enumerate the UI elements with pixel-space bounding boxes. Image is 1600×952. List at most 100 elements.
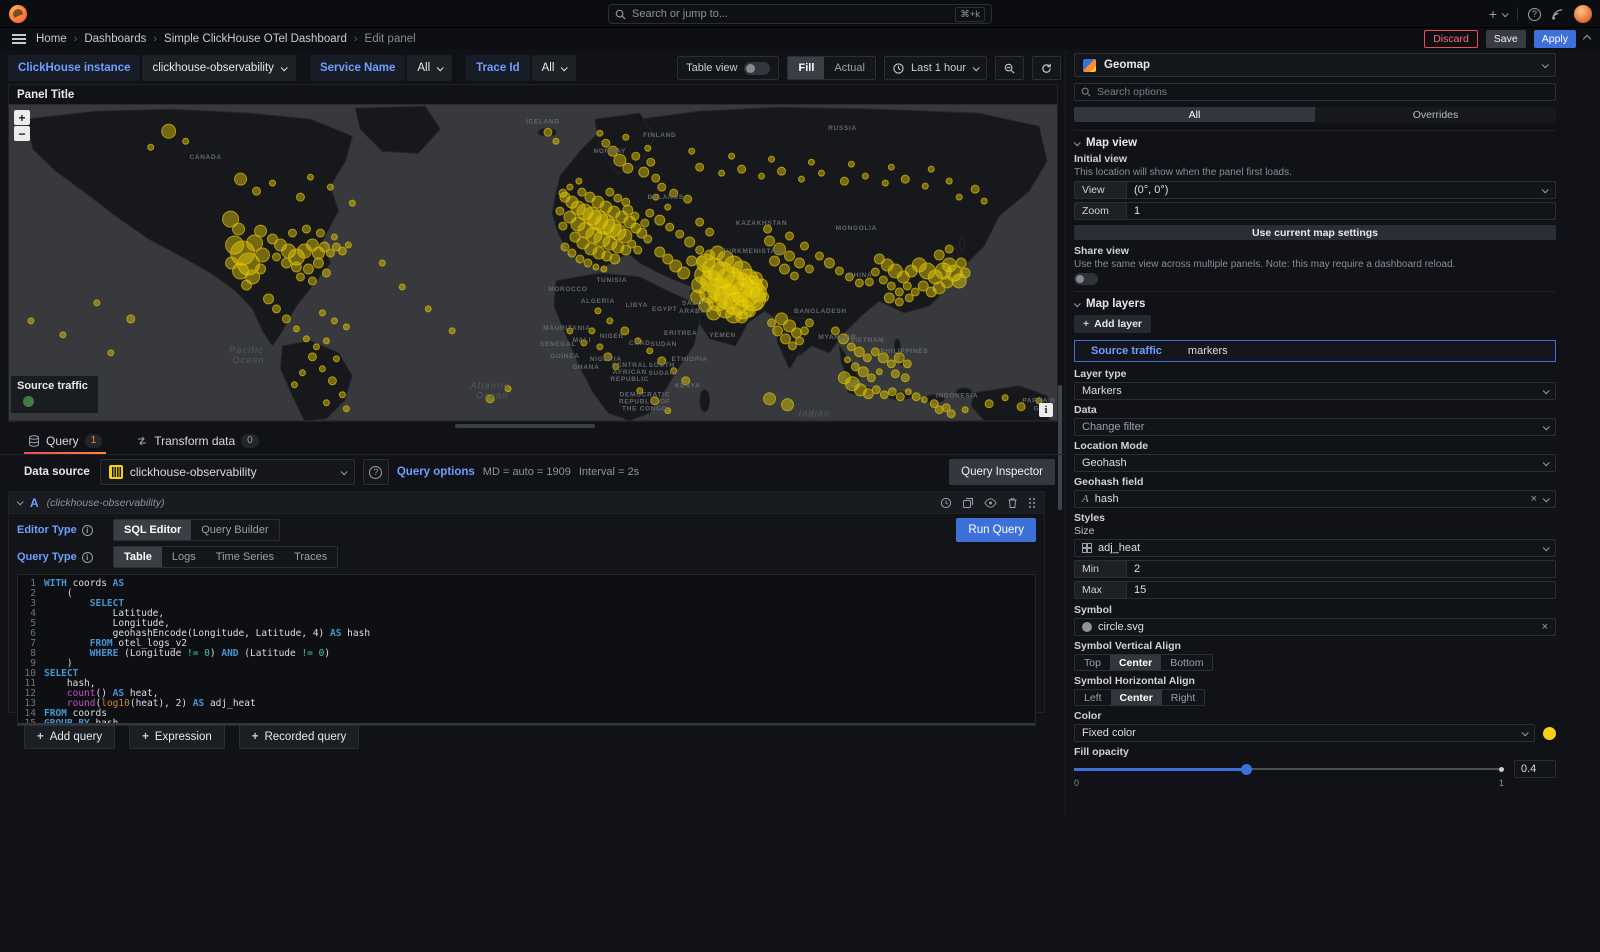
search-input[interactable] bbox=[632, 8, 949, 20]
run-query-button[interactable]: Run Query bbox=[956, 518, 1036, 542]
user-avatar[interactable] bbox=[1574, 5, 1592, 23]
clear-icon[interactable]: × bbox=[1531, 493, 1537, 505]
options-search[interactable] bbox=[1074, 83, 1556, 101]
traffic-marker bbox=[556, 207, 564, 215]
world-map[interactable]: RUSSIACANADAKAZAKHSTANMONGOLIACHINAICELA… bbox=[9, 104, 1057, 421]
sql-code[interactable]: 1WITH coords AS2 (3 SELECT4 Latitude,5 L… bbox=[17, 574, 1036, 726]
map-layers-header[interactable]: Map layers bbox=[1074, 298, 1556, 310]
slider-knob[interactable] bbox=[1241, 764, 1252, 775]
query-type-table[interactable]: Table bbox=[114, 547, 162, 567]
panel-resize-handle[interactable] bbox=[455, 424, 595, 428]
map-attribution-button[interactable]: i bbox=[1039, 403, 1053, 417]
size-select[interactable]: adj_heat bbox=[1074, 539, 1556, 557]
symbol-halign-label: Symbol Horizontal Align bbox=[1074, 676, 1556, 687]
halign-left[interactable]: Left bbox=[1075, 690, 1111, 705]
collapse-icon[interactable] bbox=[1583, 35, 1591, 43]
valign-top[interactable]: Top bbox=[1075, 655, 1110, 670]
query-builder-button[interactable]: Query Builder bbox=[191, 520, 278, 540]
location-mode-select[interactable]: Geohash bbox=[1074, 454, 1556, 472]
valign-center[interactable]: Center bbox=[1110, 655, 1161, 670]
trash-icon[interactable] bbox=[1007, 497, 1018, 509]
datasource-picker[interactable]: clickhouse-observability bbox=[100, 459, 355, 485]
grafana-logo-icon[interactable] bbox=[9, 5, 27, 23]
time-range-picker[interactable]: Last 1 hour bbox=[884, 56, 987, 80]
breadcrumb-dashboard-name[interactable]: Simple ClickHouse OTel Dashboard bbox=[164, 33, 347, 45]
traffic-marker bbox=[867, 374, 875, 382]
color-swatch[interactable] bbox=[1543, 727, 1556, 740]
fill-opacity-slider[interactable] bbox=[1074, 763, 1504, 775]
actual-button[interactable]: Actual bbox=[824, 57, 875, 79]
geohash-field-select[interactable]: Ahash× bbox=[1074, 490, 1556, 508]
svg-text:Atlantic: Atlantic bbox=[470, 381, 510, 391]
clear-icon[interactable]: × bbox=[1542, 621, 1548, 633]
halign-center[interactable]: Center bbox=[1111, 690, 1162, 705]
global-search[interactable]: ⌘+k bbox=[608, 4, 992, 24]
table-view-toggle[interactable]: Table view bbox=[677, 56, 779, 80]
instance-var-select[interactable]: clickhouse-observability bbox=[142, 55, 295, 81]
expression-button[interactable]: +Expression bbox=[129, 725, 225, 749]
traffic-marker bbox=[805, 319, 813, 327]
history-icon[interactable] bbox=[940, 497, 952, 509]
trace-var-select[interactable]: All bbox=[532, 55, 577, 81]
use-current-map-settings-button[interactable]: Use current map settings bbox=[1074, 225, 1556, 240]
query-type-logs[interactable]: Logs bbox=[162, 547, 206, 567]
map-view-header[interactable]: Map view bbox=[1074, 137, 1556, 149]
eye-icon[interactable] bbox=[984, 497, 997, 509]
tab-all[interactable]: All bbox=[1074, 107, 1315, 122]
refresh-button[interactable] bbox=[1032, 56, 1061, 80]
traffic-marker bbox=[256, 248, 270, 262]
panel-title[interactable]: Panel Title bbox=[9, 85, 1057, 104]
traffic-marker bbox=[840, 177, 848, 185]
zoom-input[interactable] bbox=[1134, 205, 1555, 217]
datasource-help-button[interactable]: ? bbox=[363, 459, 389, 485]
query-options-link[interactable]: Query options bbox=[397, 466, 475, 478]
collapse-query-icon[interactable] bbox=[17, 498, 24, 505]
halign-right[interactable]: Right bbox=[1162, 690, 1205, 705]
save-button[interactable]: Save bbox=[1486, 30, 1526, 48]
add-menu-button[interactable]: + bbox=[1489, 6, 1507, 22]
query-type-traces[interactable]: Traces bbox=[284, 547, 337, 567]
breadcrumb-dashboards[interactable]: Dashboards bbox=[84, 33, 146, 45]
svg-text:ICELAND: ICELAND bbox=[526, 118, 560, 125]
tab-transform-data[interactable]: Transform data 0 bbox=[132, 434, 262, 454]
sql-editor-button[interactable]: SQL Editor bbox=[114, 520, 191, 540]
layer-type-select[interactable]: Markers bbox=[1074, 382, 1556, 400]
table-view-switch[interactable] bbox=[744, 62, 770, 75]
map-zoom-in-button[interactable]: + bbox=[14, 110, 30, 125]
tab-overrides[interactable]: Overrides bbox=[1315, 107, 1556, 122]
apply-button[interactable]: Apply bbox=[1534, 30, 1576, 48]
data-select[interactable]: Change filter bbox=[1074, 418, 1556, 436]
tab-query[interactable]: Query 1 bbox=[24, 434, 106, 454]
add-query-button[interactable]: +Add query bbox=[24, 725, 115, 749]
min-input[interactable] bbox=[1134, 563, 1555, 575]
query-type-timeseries[interactable]: Time Series bbox=[206, 547, 284, 567]
editor-type-group: SQL Editor Query Builder bbox=[113, 519, 280, 541]
query-inspector-button[interactable]: Query Inspector bbox=[949, 459, 1055, 485]
visualization-picker[interactable]: Geomap bbox=[1074, 53, 1556, 77]
layer-item-source-traffic[interactable]: Source traffic markers bbox=[1074, 340, 1556, 362]
valign-bottom[interactable]: Bottom bbox=[1161, 655, 1212, 670]
map-zoom-out-button[interactable]: − bbox=[14, 126, 30, 141]
menu-toggle-icon[interactable] bbox=[12, 34, 26, 44]
drag-handle-icon[interactable] bbox=[1028, 497, 1036, 509]
discard-button[interactable]: Discard bbox=[1424, 30, 1478, 48]
options-search-input[interactable] bbox=[1097, 86, 1549, 98]
zoom-out-time-button[interactable] bbox=[995, 56, 1024, 80]
duplicate-icon[interactable] bbox=[962, 497, 974, 509]
news-icon[interactable] bbox=[1551, 8, 1564, 21]
svg-text:MOROCCO: MOROCCO bbox=[548, 286, 587, 293]
recorded-query-button[interactable]: +Recorded query bbox=[239, 725, 360, 749]
fill-button[interactable]: Fill bbox=[788, 57, 824, 79]
traffic-marker bbox=[863, 354, 871, 362]
fill-opacity-input[interactable] bbox=[1515, 761, 1555, 777]
service-var-select[interactable]: All bbox=[407, 55, 452, 81]
add-layer-button[interactable]: +Add layer bbox=[1074, 315, 1151, 333]
query-row-header[interactable]: A (clickhouse-observability) bbox=[9, 492, 1044, 514]
help-icon[interactable]: ? bbox=[1528, 8, 1541, 21]
breadcrumb-home[interactable]: Home bbox=[36, 33, 67, 45]
max-input[interactable] bbox=[1134, 584, 1555, 596]
view-select[interactable]: (0°, 0°) bbox=[1126, 181, 1556, 199]
symbol-select[interactable]: circle.svg× bbox=[1074, 618, 1556, 636]
color-select[interactable]: Fixed color bbox=[1074, 724, 1535, 742]
share-view-toggle[interactable] bbox=[1074, 273, 1098, 285]
